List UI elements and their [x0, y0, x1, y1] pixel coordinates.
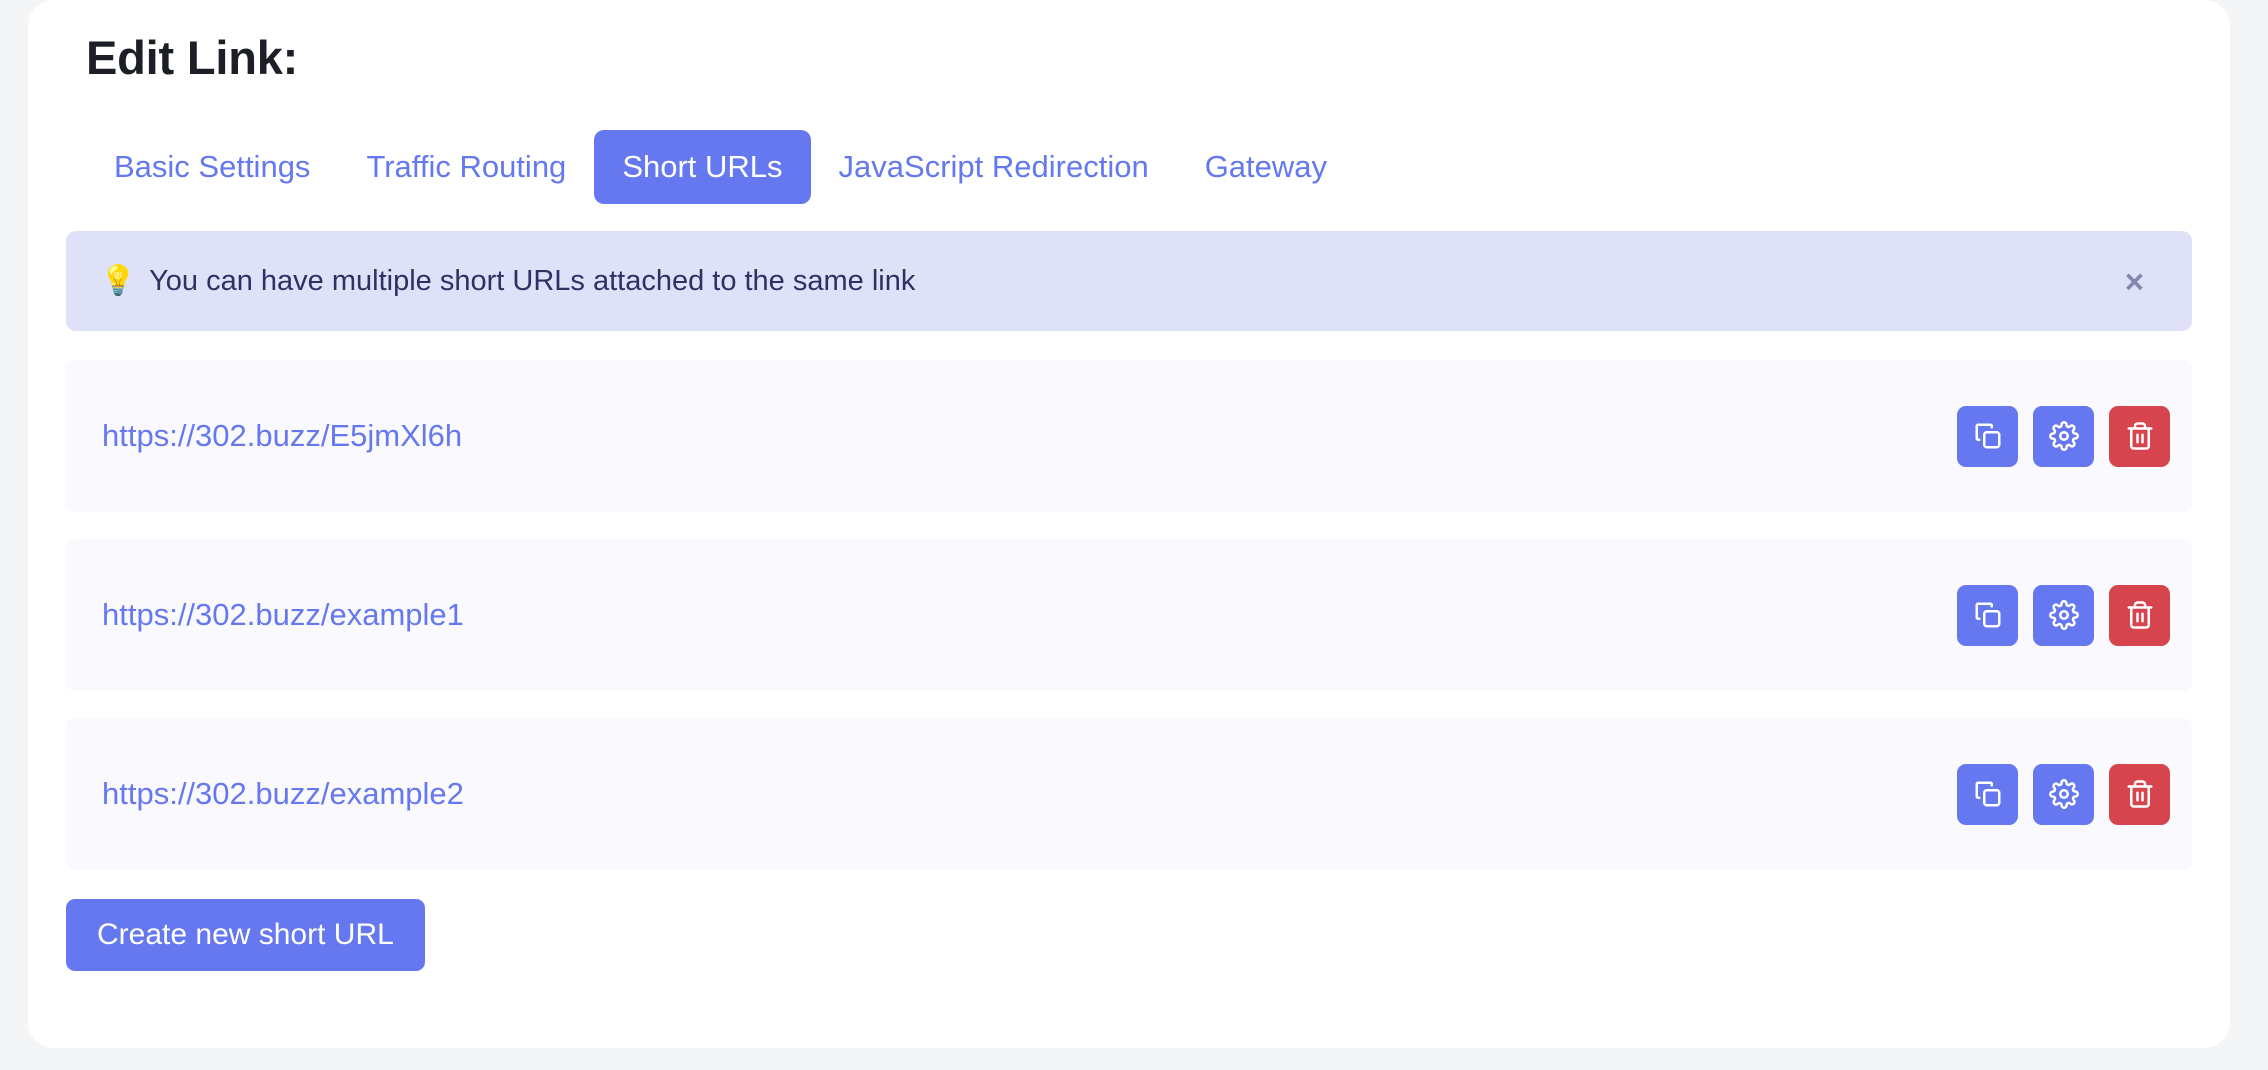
delete-button[interactable] — [2109, 584, 2170, 646]
copy-button[interactable] — [1957, 763, 2018, 825]
short-url-link[interactable]: https://302.buzz/example2 — [102, 775, 464, 812]
tab-javascript-redirection[interactable]: JavaScript Redirection — [811, 130, 1177, 204]
row-action-group — [1957, 584, 2170, 646]
delete-button[interactable] — [2109, 405, 2170, 467]
create-new-short-url-button[interactable]: Create new short URL — [66, 899, 425, 972]
trash-icon — [2125, 600, 2155, 630]
tab-bar: Basic Settings Traffic Routing Short URL… — [66, 130, 2192, 205]
short-url-link[interactable]: https://302.buzz/example1 — [102, 596, 464, 633]
copy-icon — [1973, 421, 2003, 451]
edit-link-card: Edit Link: Basic Settings Traffic Routin… — [28, 0, 2230, 1048]
tab-short-urls[interactable]: Short URLs — [594, 130, 811, 205]
settings-button[interactable] — [2033, 584, 2094, 646]
gear-icon — [2048, 421, 2079, 451]
copy-icon — [1973, 779, 2003, 809]
gear-icon — [2048, 779, 2079, 809]
row-action-group — [1957, 405, 2170, 467]
delete-button[interactable] — [2109, 763, 2170, 825]
copy-button[interactable] — [1957, 405, 2018, 467]
gear-icon — [2048, 600, 2079, 630]
short-url-list: https://302.buzz/E5jmXl6h https://302.bu… — [66, 360, 2192, 871]
tab-gateway[interactable]: Gateway — [1177, 130, 1355, 204]
lightbulb-icon: 💡 — [100, 264, 137, 297]
short-url-link[interactable]: https://302.buzz/E5jmXl6h — [102, 417, 462, 454]
copy-button[interactable] — [1957, 584, 2018, 646]
trash-icon — [2125, 421, 2155, 451]
info-banner: 💡 You can have multiple short URLs attac… — [66, 231, 2192, 332]
app-page: Edit Link: Basic Settings Traffic Routin… — [0, 0, 2268, 1070]
copy-icon — [1973, 600, 2003, 630]
info-banner-content: 💡 You can have multiple short URLs attac… — [100, 264, 915, 299]
row-action-group — [1957, 763, 2170, 825]
close-icon[interactable]: × — [2115, 259, 2154, 304]
list-item: https://302.buzz/E5jmXl6h — [66, 360, 2192, 513]
tab-basic-settings[interactable]: Basic Settings — [86, 130, 338, 204]
info-banner-message: You can have multiple short URLs attache… — [149, 264, 916, 297]
tab-traffic-routing[interactable]: Traffic Routing — [338, 130, 594, 204]
page-title: Edit Link: — [86, 31, 299, 84]
list-item: https://302.buzz/example1 — [66, 539, 2192, 692]
trash-icon — [2125, 779, 2155, 809]
settings-button[interactable] — [2033, 405, 2094, 467]
list-item: https://302.buzz/example2 — [66, 718, 2192, 871]
settings-button[interactable] — [2033, 763, 2094, 825]
